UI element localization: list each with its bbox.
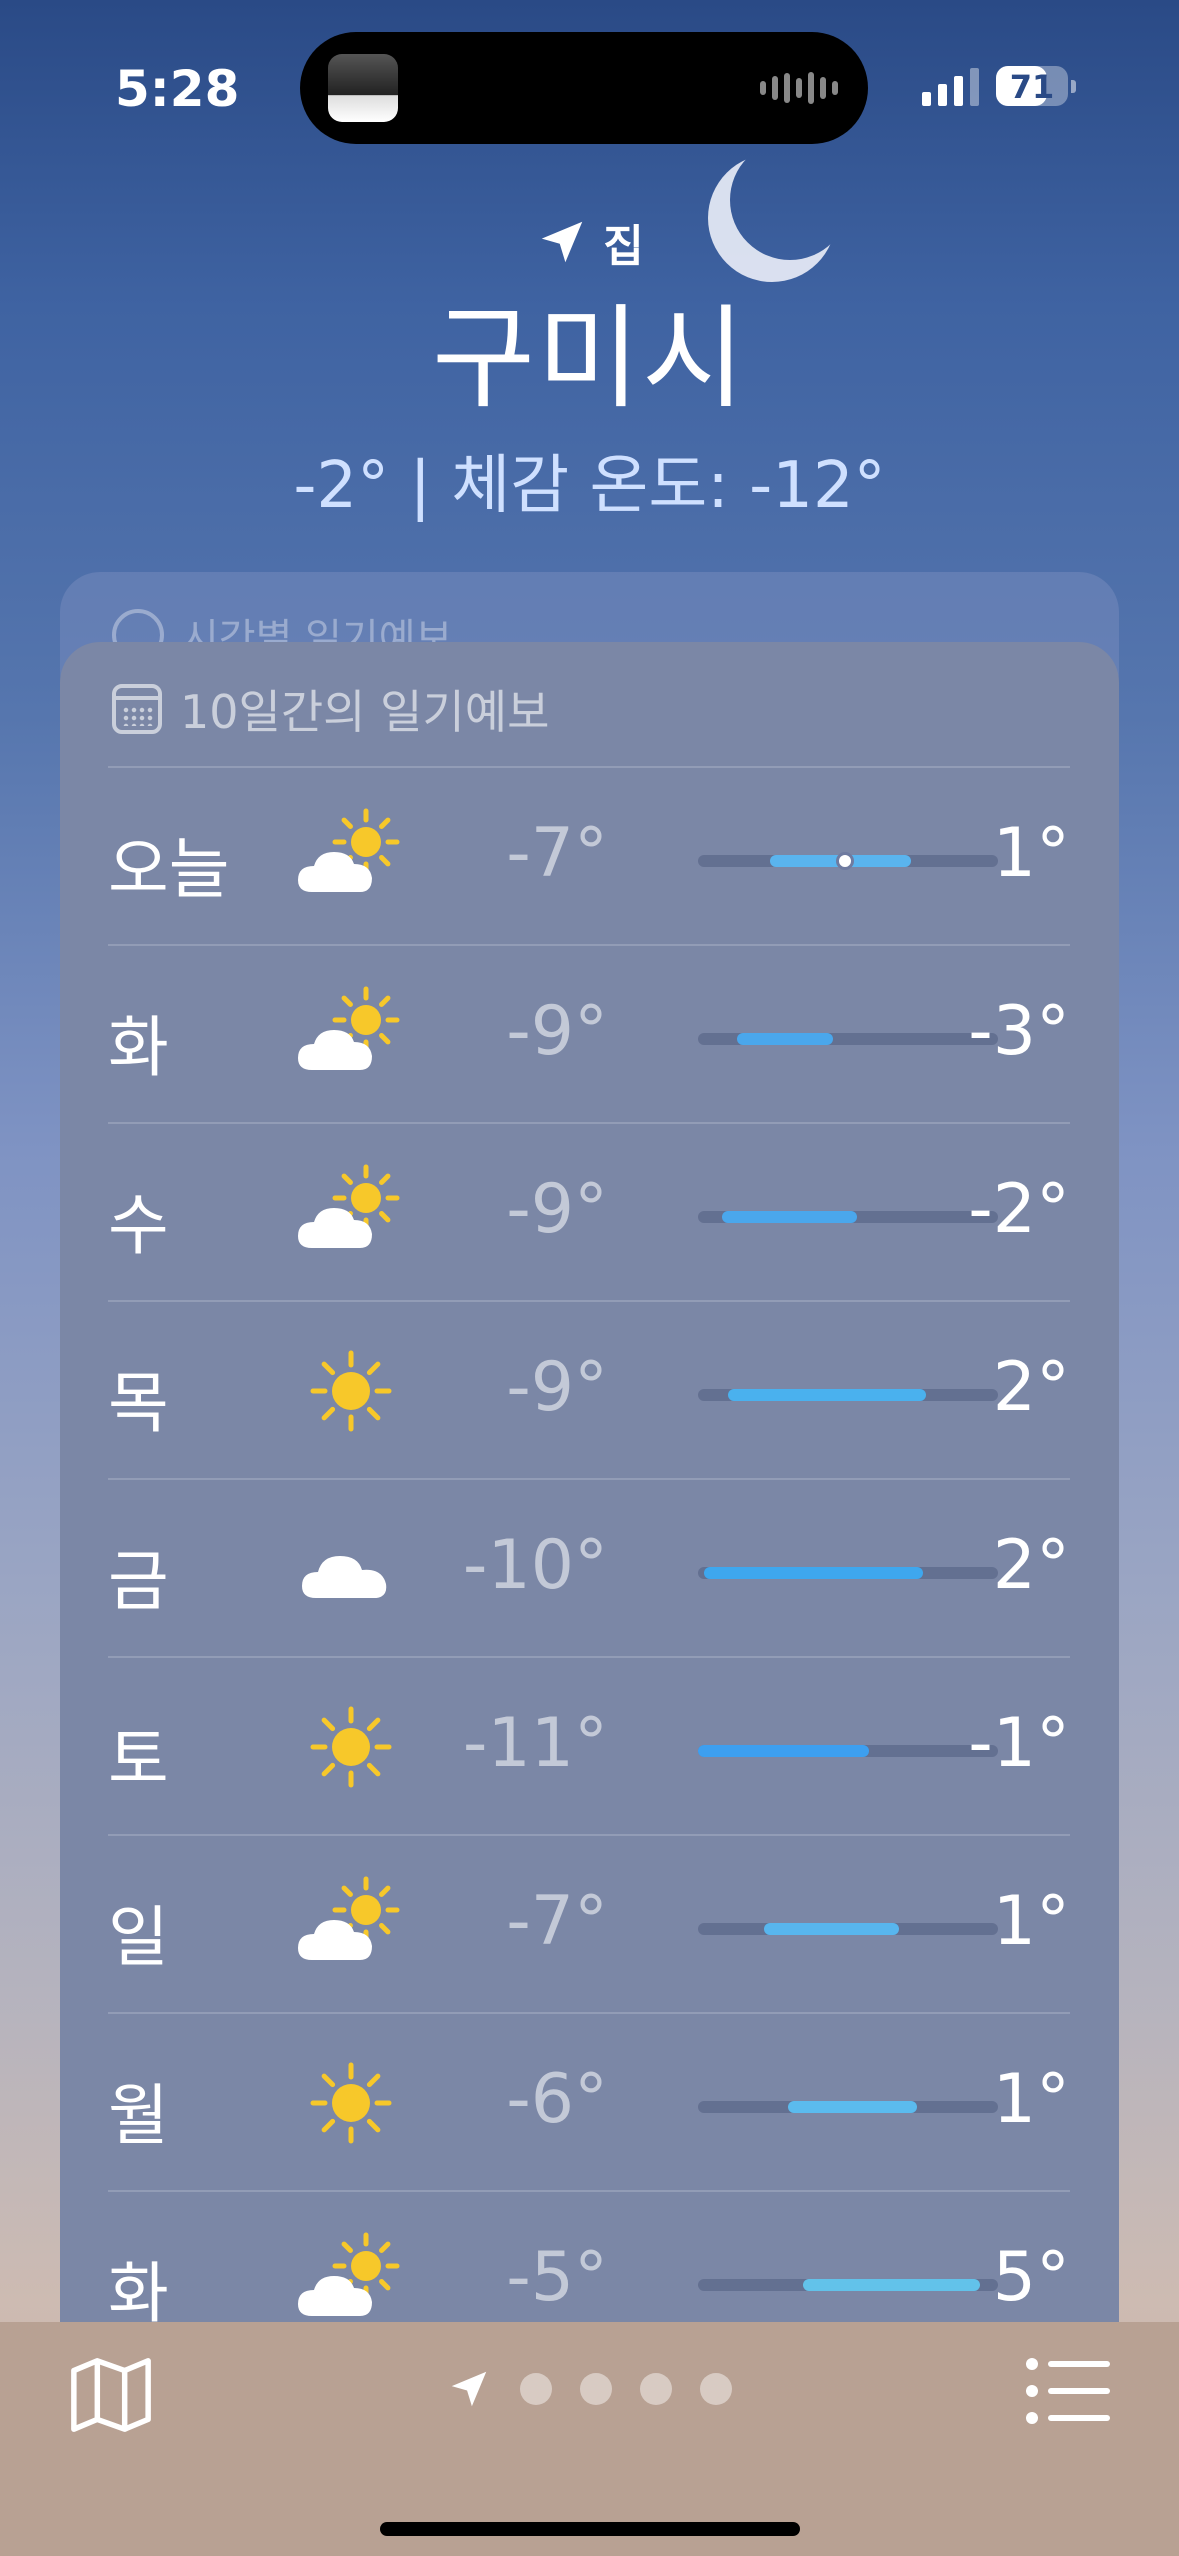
current-location-page-icon[interactable] [446, 2366, 492, 2412]
sun-icon [310, 1706, 392, 1788]
sun-icon [310, 1350, 392, 1432]
bottom-toolbar [0, 2322, 1179, 2556]
map-icon[interactable] [68, 2354, 154, 2434]
sun-icon [310, 2062, 392, 2144]
temperature-range-bar [698, 2279, 998, 2291]
temperature-range-bar [698, 1745, 998, 1757]
page-dot[interactable] [580, 2373, 612, 2405]
audio-waveform-icon [760, 70, 838, 106]
forecast-row[interactable]: 토 -11° -1° [108, 1656, 1070, 1834]
forecast-day: 금 [108, 1543, 169, 1620]
forecast-row[interactable]: 목 -9° 2° [108, 1300, 1070, 1478]
status-time: 5:28 [115, 60, 240, 118]
forecast-day: 월 [108, 2077, 169, 2154]
page-dot[interactable] [640, 2373, 672, 2405]
partly-sunny-icon [298, 986, 400, 1070]
status-bar: 5:28 71 [0, 0, 1179, 170]
forecast-day: 오늘 [108, 831, 230, 908]
page-indicator[interactable] [446, 2366, 732, 2412]
temperature-range-fill [728, 1389, 926, 1401]
forecast-row[interactable]: 수 -9° -2° [108, 1122, 1070, 1300]
forecast-row[interactable]: 일 -7° 1° [108, 1834, 1070, 2012]
temperature-range-fill [722, 1211, 857, 1223]
forecast-low: -9° [506, 1348, 608, 1427]
cloud-icon [302, 1556, 387, 1598]
battery-percentage: 71 [1009, 68, 1055, 106]
forecast-day: 수 [108, 1187, 169, 1264]
forecast-low: -9° [506, 1170, 608, 1249]
temperature-range-fill [764, 1923, 899, 1935]
location-arrow-icon [542, 221, 583, 263]
temperature-range-bar [698, 1211, 998, 1223]
forecast-high: 5° [992, 2238, 1070, 2317]
forecast-high: -2° [968, 1170, 1070, 1249]
forecast-high: 2° [992, 1526, 1070, 1605]
temperature-range-fill [698, 1745, 869, 1757]
forecast-row[interactable]: 화 -5° 5° [108, 2190, 1070, 2322]
forecast-low: -7° [506, 814, 608, 893]
forecast-high: 2° [992, 1348, 1070, 1427]
page-dot[interactable] [700, 2373, 732, 2405]
calendar-icon [112, 684, 162, 734]
temperature-range-bar [698, 1567, 998, 1579]
forecast-day: 화 [108, 2255, 169, 2322]
forecast-low: -5° [506, 2238, 608, 2317]
location-label: 집 [603, 221, 644, 272]
battery-icon: 71 [996, 66, 1068, 106]
forecast-day: 목 [108, 1365, 169, 1442]
forecast-title: 10일간의 일기예보 [180, 685, 550, 739]
temperature-range-fill [737, 1033, 833, 1045]
temperature-range-fill [788, 2101, 917, 2113]
forecast-high: 1° [992, 814, 1070, 893]
forecast-high: -3° [968, 992, 1070, 1071]
forecast-high: 1° [992, 2060, 1070, 2139]
forecast-day: 일 [108, 1899, 169, 1976]
ten-day-forecast-card[interactable]: 10일간의 일기예보 오늘 -7° 1° 화 -9° -3° 수 -9° -2° 목 -9° 2° 금 -… [60, 642, 1119, 2322]
forecast-low: -10° [462, 1526, 608, 1605]
home-indicator[interactable] [380, 2522, 800, 2536]
dynamic-island[interactable] [300, 32, 868, 144]
temperature-range-bar [698, 852, 998, 870]
now-playing-thumbnail[interactable] [328, 54, 398, 122]
temperature-range-bar [698, 1033, 998, 1045]
location-header: 집 구미시 -2° | 체감 온도: -12° [0, 210, 1179, 526]
forecast-day: 토 [108, 1721, 169, 1798]
partly-sunny-icon [298, 1164, 400, 1248]
temperature-range-fill [803, 2279, 980, 2291]
forecast-row[interactable]: 오늘 -7° 1° [108, 766, 1070, 944]
temperature-range-bar [698, 1923, 998, 1935]
forecast-low: -9° [506, 992, 608, 1071]
forecast-low: -7° [506, 1882, 608, 1961]
list-icon[interactable] [1026, 2358, 1110, 2424]
forecast-row[interactable]: 화 -9° -3° [108, 944, 1070, 1122]
city-name: 구미시 [431, 294, 748, 424]
cellular-signal-icon [922, 66, 979, 106]
battery-tip [1071, 80, 1076, 93]
partly-sunny-icon [298, 2232, 400, 2316]
temperature-range-bar [698, 1389, 998, 1401]
forecast-high: -1° [968, 1704, 1070, 1783]
forecast-low: -6° [506, 2060, 608, 2139]
current-temperature-dot [836, 852, 854, 870]
forecast-row[interactable]: 금 -10° 2° [108, 1478, 1070, 1656]
temperature-range-bar [698, 2101, 998, 2113]
current-temperature: -2° | 체감 온도: -12° [293, 449, 886, 523]
forecast-low: -11° [462, 1704, 608, 1783]
forecast-day: 화 [108, 1009, 169, 1086]
partly-sunny-icon [298, 1876, 400, 1960]
page-dot[interactable] [520, 2373, 552, 2405]
forecast-row[interactable]: 월 -6° 1° [108, 2012, 1070, 2190]
forecast-high: 1° [992, 1882, 1070, 1961]
partly-sunny-icon [298, 808, 400, 892]
temperature-range-fill [704, 1567, 923, 1579]
